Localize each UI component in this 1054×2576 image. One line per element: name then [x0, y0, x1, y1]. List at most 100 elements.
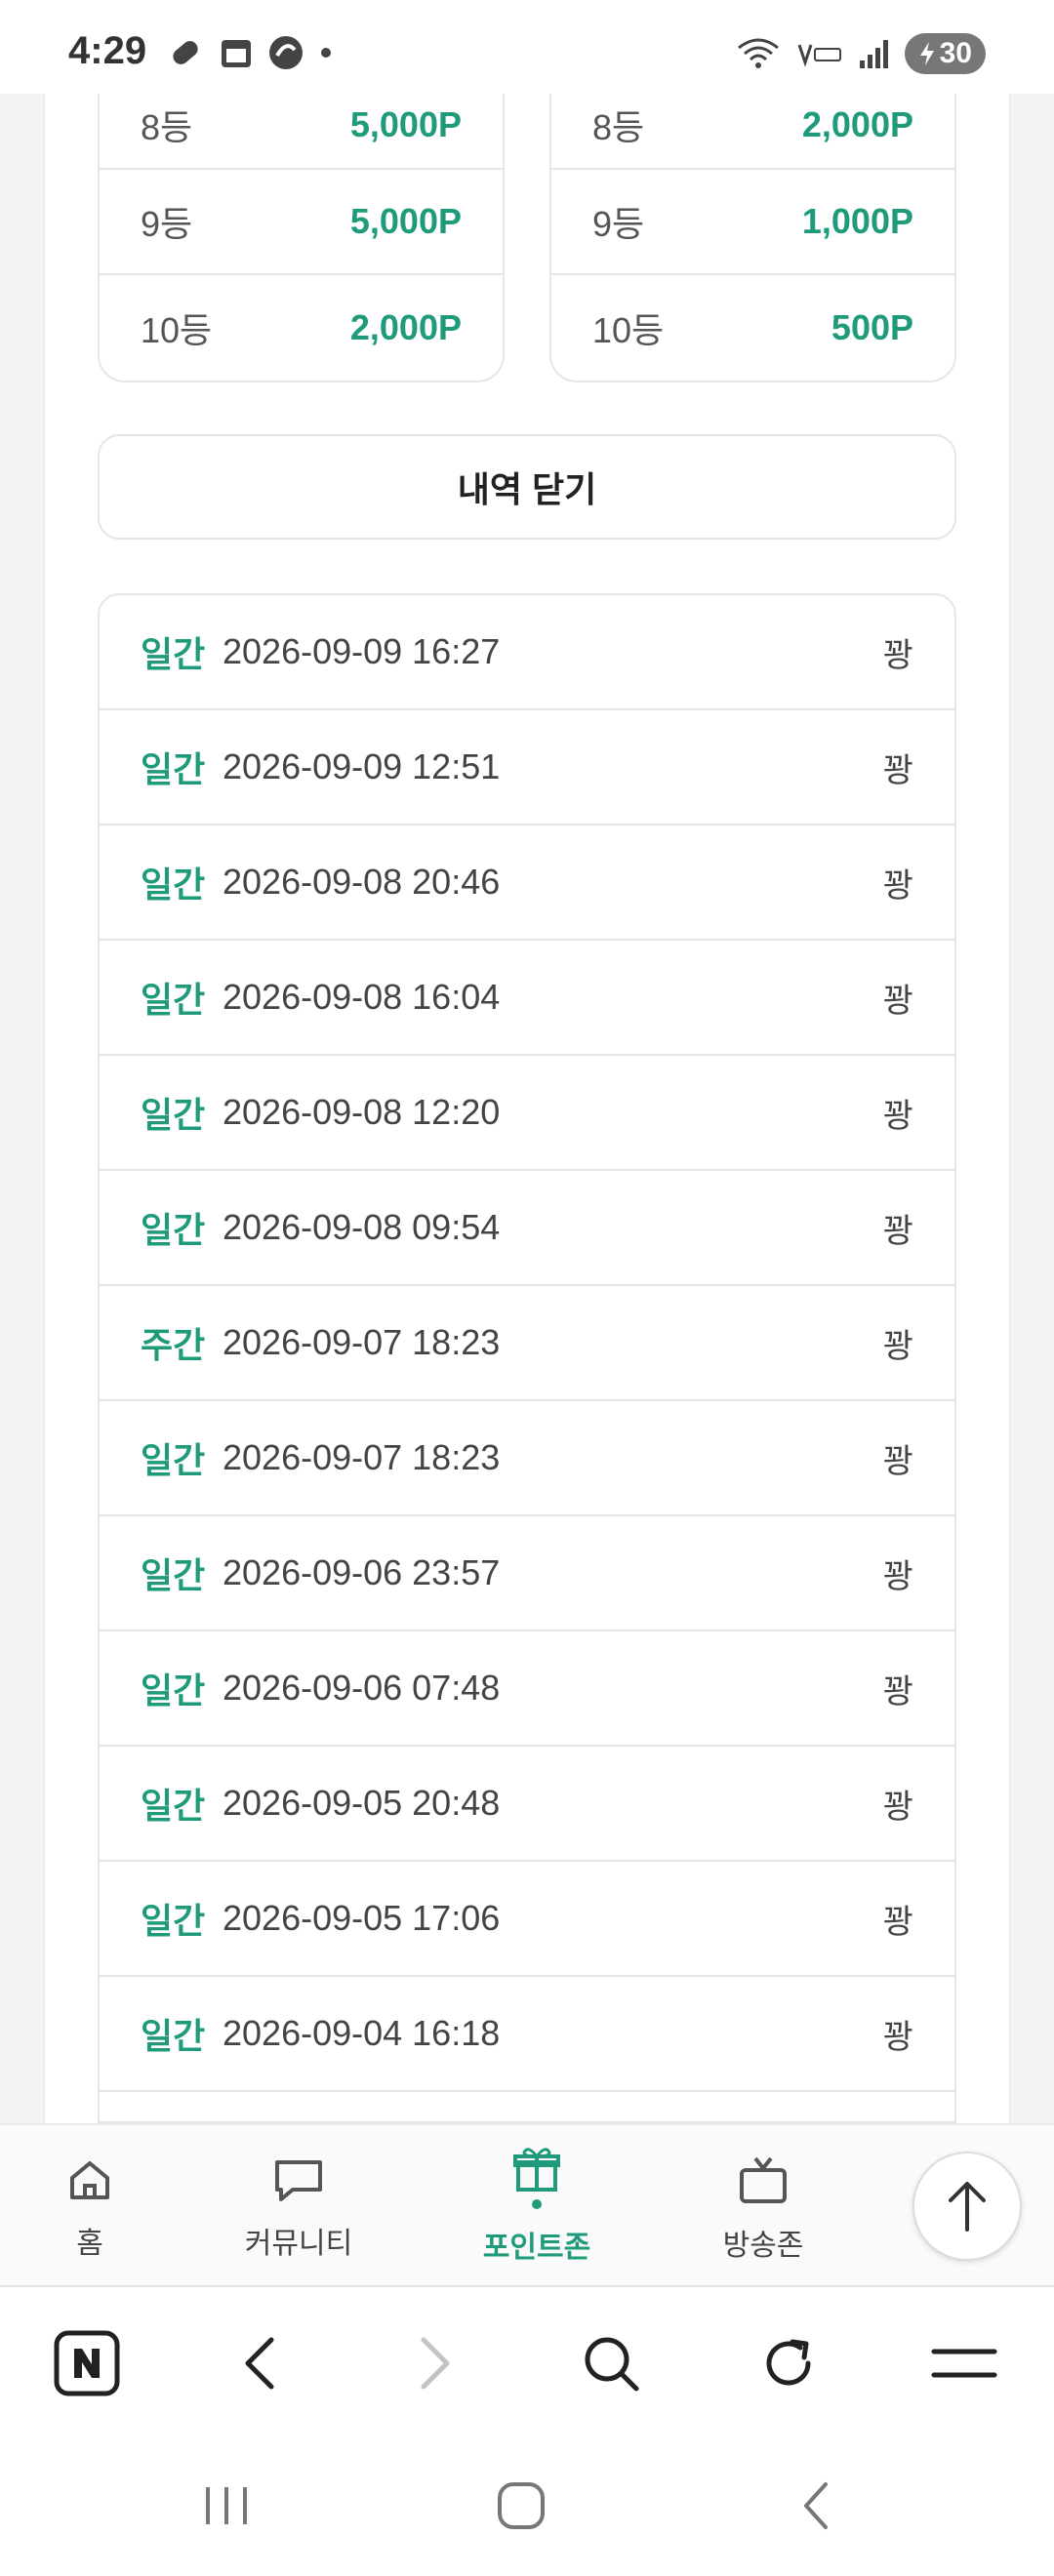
history-result: 꽝 — [882, 1097, 913, 1135]
history-type: 일간 — [141, 1095, 206, 1135]
nav-broadcast-zone-label: 방송존 — [722, 2230, 804, 2262]
hamburger-menu-icon — [931, 2349, 997, 2378]
history-result: 꽝 — [882, 1442, 913, 1480]
dot-icon — [321, 48, 331, 58]
nav-home-label: 홈 — [76, 2228, 103, 2260]
rank-label: 9등 — [141, 204, 193, 244]
back-button[interactable] — [224, 2328, 295, 2398]
nav-broadcast-zone[interactable]: 방송존 — [675, 2154, 851, 2264]
history-result: 꽝 — [882, 1327, 913, 1365]
daily-rank-table: 8등 5,000P 9등 5,000P 10등 2,000P — [98, 94, 505, 382]
rank-points: 2,000P — [801, 104, 913, 144]
rank-label: 10등 — [592, 310, 665, 350]
history-type: 일간 — [141, 1901, 206, 1941]
battery-indicator: 30 — [904, 33, 986, 74]
history-type: 일간 — [141, 749, 206, 789]
app-logo-icon — [269, 36, 303, 69]
recent-apps-icon — [206, 2487, 247, 2524]
history-result: 꽝 — [882, 636, 913, 674]
system-back-button[interactable] — [777, 2475, 855, 2537]
rank-row: 9등 1,000P — [551, 170, 954, 275]
history-type: 일간 — [141, 1786, 206, 1826]
gift-icon — [513, 2148, 560, 2192]
history-row: 일간 2026-09-06 23:57 꽝 — [100, 1516, 954, 1631]
recent-apps-button[interactable] — [187, 2475, 265, 2537]
history-date: 2026-09-08 12:20 — [223, 1092, 501, 1132]
history-row: 일간 2026-09-07 18:23 꽝 — [100, 1401, 954, 1516]
rank-row: 8등 2,000P — [551, 94, 954, 170]
forward-button[interactable] — [400, 2328, 470, 2398]
history-date: 2026-09-07 18:23 — [223, 1322, 501, 1362]
history-date: 2026-09-05 17:06 — [223, 1898, 501, 1938]
system-navigation-bar — [0, 2435, 1054, 2576]
arrow-up-icon — [949, 2182, 986, 2232]
nav-point-zone-label: 포인트존 — [482, 2232, 591, 2264]
history-list: 일간 2026-09-09 16:27 꽝 일간 2026-09-09 12:51 꽝 … — [98, 593, 956, 2123]
history-date: 2026-09-07 18:23 — [223, 1437, 501, 1477]
wifi-icon — [737, 38, 779, 68]
system-status-icons: 30 — [735, 33, 986, 74]
history-date: 2026-09-06 07:48 — [223, 1668, 501, 1708]
history-type: 일간 — [141, 865, 206, 905]
history-type: 일간 — [141, 980, 206, 1020]
history-result: 꽝 — [882, 1672, 913, 1711]
nav-community[interactable]: 커뮤니티 — [211, 2154, 386, 2262]
rank-row: 10등 500P — [551, 275, 954, 381]
history-row: 일간 2026-09-08 09:54 꽝 — [100, 1171, 954, 1286]
rank-label: 8등 — [141, 107, 193, 147]
history-result: 꽝 — [882, 1212, 913, 1250]
close-history-button[interactable]: 내역 닫기 — [98, 434, 956, 540]
home-system-button[interactable] — [482, 2475, 560, 2537]
chevron-right-icon — [421, 2337, 450, 2390]
rank-label: 9등 — [592, 204, 645, 244]
history-row: 일간 2026-09-08 12:20 꽝 — [100, 1056, 954, 1171]
history-row: 일간 2026-09-05 20:48 꽝 — [100, 1747, 954, 1862]
status-bar: 4:29 30 — [0, 0, 1054, 94]
history-result: 꽝 — [882, 751, 913, 789]
rank-row: 9등 5,000P — [100, 170, 503, 275]
refresh-button[interactable] — [753, 2328, 824, 2398]
history-row: 일간 2026-09-09 16:27 꽝 — [100, 595, 954, 710]
rank-row: 10등 2,000P — [100, 275, 503, 381]
volte-icon — [797, 44, 841, 67]
history-type: 일간 — [141, 634, 206, 674]
pill-icon — [173, 41, 198, 64]
scroll-to-top-button[interactable] — [912, 2152, 1022, 2261]
history-date: 2026-09-08 09:54 — [223, 1207, 501, 1247]
rank-row: 8등 5,000P — [100, 94, 503, 170]
history-date: 2026-09-09 12:51 — [223, 746, 501, 786]
nav-home[interactable]: 홈 — [2, 2154, 178, 2262]
history-type: 일간 — [141, 1440, 206, 1480]
rank-points: 5,000P — [349, 201, 462, 241]
history-date: 2026-09-09 16:27 — [223, 631, 501, 671]
charging-bolt-icon — [919, 42, 934, 65]
rank-points: 1,000P — [801, 201, 913, 241]
history-type: 일간 — [141, 2016, 206, 2056]
history-result: 꽝 — [882, 2018, 913, 2056]
rank-points: 2,000P — [349, 307, 462, 347]
notification-icons — [166, 33, 334, 72]
history-row: 주간 2026-09-07 18:23 꽝 — [100, 1286, 954, 1401]
history-row: 일간 2026-09-05 17:06 꽝 — [100, 1862, 954, 1977]
history-date: 2026-09-08 16:04 — [223, 977, 501, 1017]
history-result: 꽝 — [882, 982, 913, 1020]
home-icon — [70, 2161, 109, 2199]
weekly-rank-table: 8등 2,000P 9등 1,000P 10등 500P — [549, 94, 956, 382]
bottom-navigation: 홈 커뮤니티 포인트존 방송존 — [0, 2123, 1054, 2287]
signal-icon — [859, 40, 888, 68]
naver-home-button[interactable] — [52, 2328, 122, 2398]
history-type: 일간 — [141, 1555, 206, 1595]
chevron-left-icon — [245, 2337, 274, 2390]
search-icon — [585, 2337, 639, 2392]
history-result: 꽝 — [882, 1788, 913, 1826]
search-button[interactable] — [576, 2328, 646, 2398]
history-date: 2026-09-04 16:18 — [223, 2013, 501, 2053]
browser-toolbar — [0, 2289, 1054, 2435]
menu-button[interactable] — [929, 2328, 999, 2398]
chat-bubble-icon — [275, 2160, 322, 2201]
tv-icon — [740, 2156, 787, 2203]
history-result: 꽝 — [882, 1903, 913, 1941]
history-row: 일간 2026-09-08 20:46 꽝 — [100, 825, 954, 941]
history-row: 일간 2026-09-08 16:04 꽝 — [100, 941, 954, 1056]
nav-point-zone[interactable]: 포인트존 — [449, 2143, 625, 2266]
